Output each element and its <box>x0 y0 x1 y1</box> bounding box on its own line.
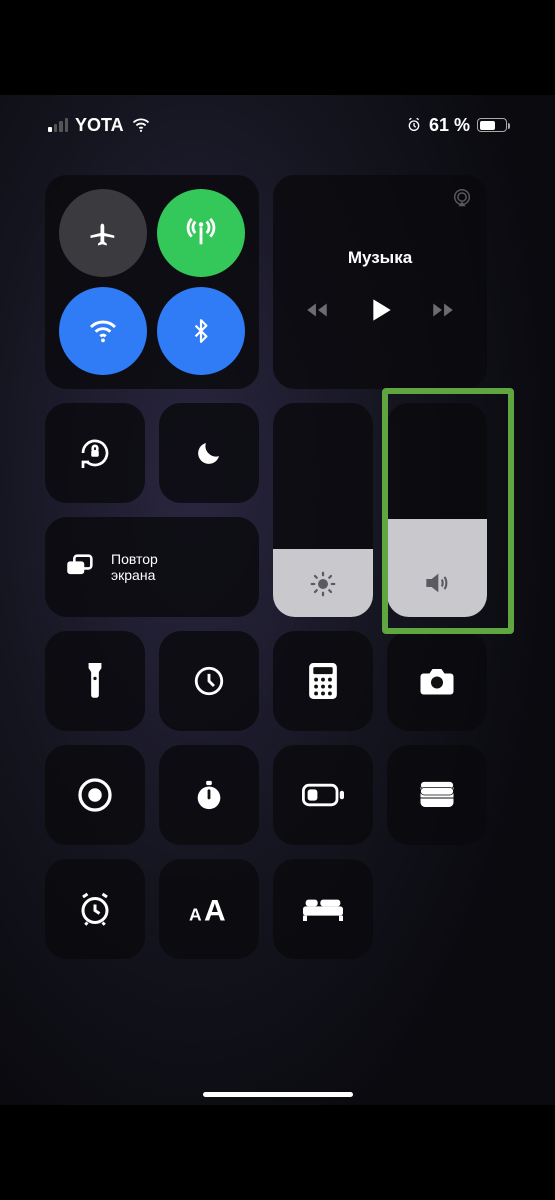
text-size-icon: A A <box>189 895 229 923</box>
volume-slider[interactable] <box>387 403 487 617</box>
next-track-button[interactable] <box>430 297 456 323</box>
previous-track-button[interactable] <box>304 297 330 323</box>
flashlight-icon <box>83 663 107 699</box>
airplane-mode-button[interactable] <box>59 189 147 277</box>
sun-icon <box>308 569 338 599</box>
connectivity-group <box>45 175 259 389</box>
wifi-icon <box>87 315 119 347</box>
screen-mirror-label-line1: Повтор <box>111 551 158 567</box>
antenna-icon <box>184 216 218 250</box>
moon-icon <box>194 438 224 468</box>
wifi-button[interactable] <box>59 287 147 375</box>
letterbox-top <box>0 0 555 95</box>
text-size-button[interactable]: A A <box>159 859 259 959</box>
battery-percent-label: 61 % <box>429 115 470 136</box>
flashlight-button[interactable] <box>45 631 145 731</box>
screen-mirror-label: Повтор экрана <box>111 551 158 583</box>
airplay-icon[interactable] <box>451 187 473 209</box>
timer-button[interactable] <box>159 631 259 731</box>
letterbox-bottom <box>0 1105 555 1200</box>
orientation-lock-icon <box>77 435 113 471</box>
home-indicator[interactable] <box>203 1092 353 1097</box>
orientation-lock-button[interactable] <box>45 403 145 503</box>
wallet-icon <box>419 780 455 810</box>
airplane-icon <box>88 218 118 248</box>
alarm-button[interactable] <box>45 859 145 959</box>
speaker-icon <box>421 567 453 599</box>
svg-text:A: A <box>189 904 202 923</box>
low-power-mode-button[interactable] <box>273 745 373 845</box>
screen-mirror-icon <box>63 550 97 584</box>
battery-fill <box>480 121 496 130</box>
record-icon <box>77 777 113 813</box>
screen-mirroring-button[interactable]: Повтор экрана <box>45 517 259 617</box>
calculator-icon <box>308 663 338 699</box>
control-center: Музыка Повтор экра <box>45 175 510 959</box>
screen-mirror-label-line2: экрана <box>111 567 158 583</box>
battery-icon <box>302 783 344 807</box>
alarm-icon <box>406 117 422 133</box>
sleep-button[interactable] <box>273 859 373 959</box>
media-panel[interactable]: Музыка <box>273 175 487 389</box>
stopwatch-icon <box>192 778 226 812</box>
do-not-disturb-button[interactable] <box>159 403 259 503</box>
screen-record-button[interactable] <box>45 745 145 845</box>
bluetooth-icon <box>188 318 214 344</box>
camera-button[interactable] <box>387 631 487 731</box>
carrier-label: YOTA <box>75 115 124 136</box>
bluetooth-button[interactable] <box>157 287 245 375</box>
wallet-button[interactable] <box>387 745 487 845</box>
camera-icon <box>418 666 456 696</box>
cellular-data-button[interactable] <box>157 189 245 277</box>
calculator-button[interactable] <box>273 631 373 731</box>
alarm-clock-icon <box>77 891 113 927</box>
svg-text:A: A <box>204 895 226 923</box>
bed-icon <box>303 896 343 922</box>
brightness-slider[interactable] <box>273 403 373 617</box>
battery-icon <box>477 118 507 132</box>
status-bar: YOTA 61 % <box>0 110 555 140</box>
play-button[interactable] <box>364 294 396 326</box>
cellular-signal-icon <box>48 118 68 132</box>
stopwatch-button[interactable] <box>159 745 259 845</box>
wifi-icon <box>131 115 151 135</box>
media-title: Музыка <box>348 248 412 268</box>
media-controls <box>304 294 456 326</box>
timer-icon <box>192 664 226 698</box>
